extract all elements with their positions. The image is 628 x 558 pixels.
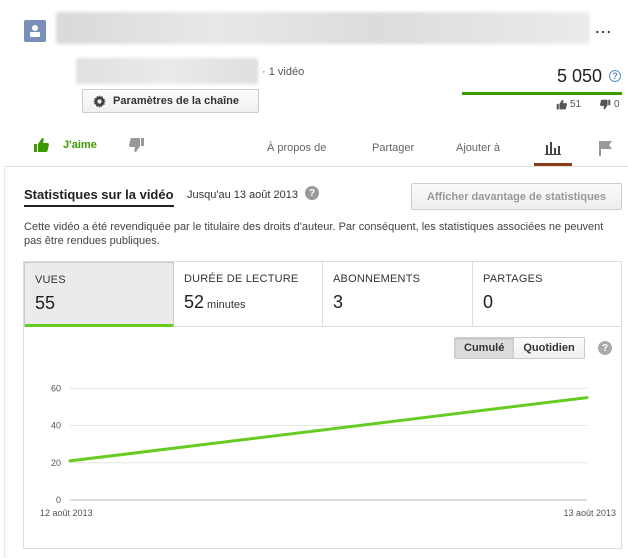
likes-count: 51 [556,99,581,110]
channel-name-redacted[interactable] [76,58,258,84]
gear-icon [93,94,106,108]
metric-value: 52 minutes [184,292,312,313]
bar-chart-icon [545,142,561,155]
tab-report[interactable] [598,140,614,159]
stats-title: Statistiques sur la vidéo [24,187,174,207]
tabs-divider [4,166,628,167]
metric-value: 0 [483,292,494,312]
metric-value: 3 [333,292,344,312]
views-line-chart: 0 20 40 60 12 août 2013 13 août 2013 [40,383,616,518]
channel-avatar[interactable] [24,20,46,42]
view-count: 5 050 [556,66,602,86]
metric-watch-time[interactable]: DURÉE DE LECTURE 52 minutes [174,262,323,327]
flag-icon [599,141,612,156]
y-tick-label: 0 [56,495,61,505]
help-icon[interactable]: ? [609,70,621,82]
chart-area: Cumulé Quotidien ? 0 20 40 60 12 août 2013 13… [24,327,621,548]
metric-shares[interactable]: PARTAGES 0 [473,262,621,327]
channel-settings-label: Paramètres de la chaîne [113,95,239,107]
x-tick-label: 12 août 2013 [40,508,93,518]
metric-views[interactable]: VUES 55 [24,262,174,327]
stats-date-range: Jusqu'au 13 août 2013 [187,189,298,201]
like-label: J'aime [63,139,97,151]
metrics-panel: VUES 55 DURÉE DE LECTURE 52 minutes ABONN… [23,261,622,549]
metric-subscriptions[interactable]: ABONNEMENTS 3 [323,262,473,327]
panel-border [4,166,5,558]
more-statistics-button[interactable]: Afficher davantage de statistiques [411,183,622,210]
dislike-button[interactable] [129,137,145,156]
dislikes-count-value: 0 [614,99,620,110]
x-tick-label: 13 août 2013 [563,508,616,518]
tab-share[interactable]: Partager [372,142,414,154]
metric-label: VUES [35,274,66,286]
copyright-notice: Cette vidéo a été revendiquée par le tit… [24,221,604,247]
y-tick-label: 20 [51,458,61,468]
metric-label: DURÉE DE LECTURE [184,273,299,285]
metric-unit: minutes [207,299,246,311]
help-icon[interactable]: ? [305,186,319,200]
tab-about[interactable]: À propos de [267,142,326,154]
channel-settings-button[interactable]: Paramètres de la chaîne [82,89,259,113]
video-title-redacted [56,12,590,44]
metric-value: 55 [35,293,56,313]
y-tick-label: 40 [51,421,61,431]
dislikes-count: 0 [600,99,620,110]
like-button[interactable]: J'aime [33,137,97,153]
likes-count-value: 51 [570,99,582,110]
metric-number: 52 [184,292,205,312]
thumbs-down-icon [600,99,611,110]
thumbs-down-icon [129,138,144,152]
tab-statistics[interactable] [534,132,572,166]
y-tick-label: 60 [51,383,61,393]
metric-label: ABONNEMENTS [333,273,421,285]
thumbs-up-icon [34,138,49,152]
metric-label: PARTAGES [483,273,543,285]
thumbs-up-icon [556,99,567,110]
tab-add-to[interactable]: Ajouter à [456,142,500,154]
series-line [68,396,589,463]
likes-ratio-bar [462,92,622,95]
video-count: · 1 vidéo [262,66,305,78]
more-options-icon[interactable]: … [594,18,613,36]
